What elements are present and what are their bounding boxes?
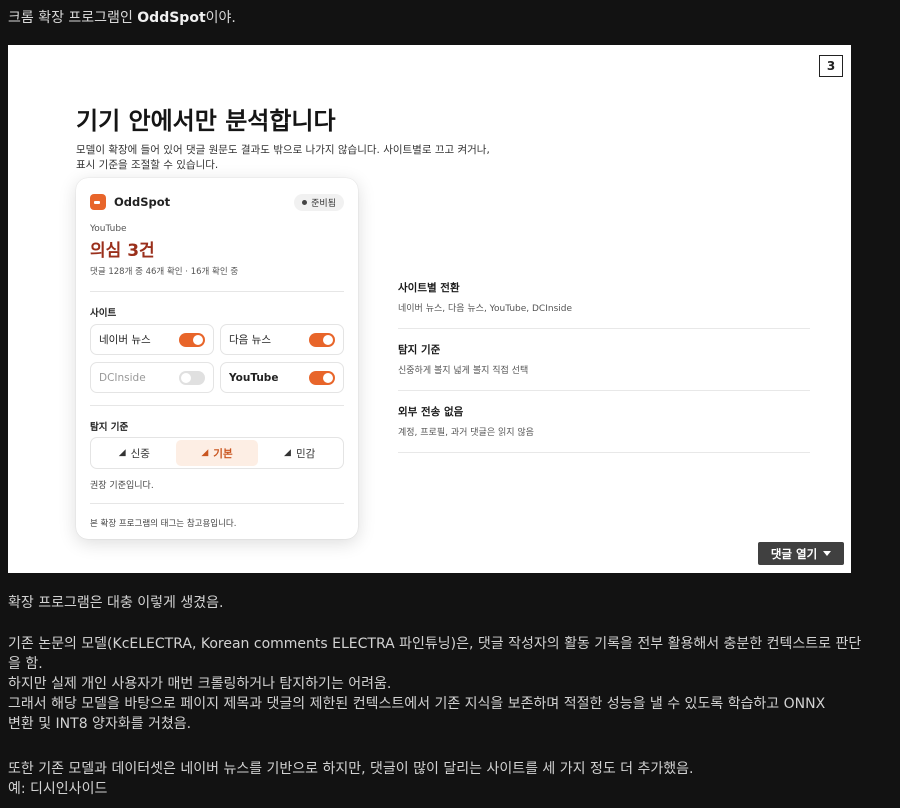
- slide-desc-line: 표시 기준을 조절할 수 있습니다.: [76, 159, 219, 171]
- caret-down-icon: [823, 551, 832, 556]
- popup-disclaimer: 본 확장 프로그램의 태그는 참고용입니다.: [90, 519, 237, 529]
- criteria-segmented-control: ◢ 신중 ◢ 기본 ◢ 민감: [90, 437, 344, 469]
- intro-product-name: OddSpot: [137, 10, 206, 26]
- sites-section-label: 사이트: [90, 308, 117, 319]
- feature-criteria: 탐지 기준 신중하게 볼지 넓게 볼지 직접 선택: [398, 342, 810, 376]
- slide-desc-line: 모델이 확장에 들어 있어 댓글 원문도 결과도 밖으로 나가지 않습니다. 사…: [76, 144, 490, 156]
- post-line: 또한 기존 모델과 데이터셋은 네이버 뉴스를 기반으로 하지만, 댓글이 많이…: [8, 761, 694, 777]
- post-line: 예: 디시인사이드: [8, 781, 108, 797]
- divider: [398, 452, 810, 453]
- post-line: 하지만 실제 개인 사용자가 매번 크롤링하거나 탐지하기는 어려움.: [8, 676, 392, 692]
- slide-title: 기기 안에서만 분석합니다: [76, 107, 336, 135]
- slide-description: 모델이 확장에 들어 있어 댓글 원문도 결과도 밖으로 나가지 않습니다. 사…: [76, 143, 546, 173]
- status-dot-icon: [302, 199, 308, 205]
- status-badge: 준비됨: [294, 193, 344, 211]
- intro-text-end: 이야.: [205, 10, 236, 26]
- divider: [398, 390, 810, 391]
- post-paragraph: 확장 프로그램은 대충 이렇게 생겼음.: [8, 595, 224, 611]
- criteria-option-sensitive[interactable]: ◢ 민감: [258, 440, 341, 466]
- criteria-option-label: 민감: [295, 447, 316, 460]
- divider: [90, 291, 344, 292]
- extension-popup-card: OddSpot 준비됨 YouTube 의심 3건 댓글 128개 중 46개 …: [76, 178, 358, 539]
- signal-mid-icon: ◢: [201, 448, 209, 458]
- divider: [90, 503, 344, 504]
- feature-title: 외부 전송 없음: [398, 406, 464, 418]
- feature-desc: 신중하게 볼지 넓게 볼지 직접 선택: [398, 366, 529, 376]
- site-toggle-dcinside[interactable]: DCInside: [90, 362, 214, 393]
- toggle-switch-on[interactable]: [309, 332, 335, 347]
- site-toggle-youtube[interactable]: YouTube: [220, 362, 344, 393]
- suspicious-count: 의심 3건: [90, 241, 155, 261]
- criteria-option-label: 기본: [213, 447, 233, 460]
- post-line: 그래서 해당 모델을 바탕으로 페이지 제목과 댓글의 제한된 컨텍스트에서 기…: [8, 696, 826, 712]
- feature-site-switch: 사이트별 전환 네이버 뉴스, 다음 뉴스, YouTube, DCInside: [398, 280, 810, 314]
- toggle-switch-on[interactable]: [309, 370, 335, 385]
- scan-progress-text: 댓글 128개 중 46개 확인 · 16개 확인 중: [90, 267, 239, 277]
- slide-page-number: 3: [819, 55, 843, 77]
- popup-brand: OddSpot: [114, 195, 171, 209]
- criteria-option-careful[interactable]: ◢ 신중: [93, 440, 176, 466]
- criteria-hint: 권장 기준입니다.: [90, 481, 154, 491]
- popup-header: OddSpot 준비됨: [90, 192, 344, 212]
- toggle-switch-on[interactable]: [179, 332, 205, 347]
- site-toggle-daum-news[interactable]: 다음 뉴스: [220, 324, 344, 355]
- post-intro: 크롬 확장 프로그램인 OddSpot이야.: [8, 7, 236, 27]
- open-comments-button[interactable]: 댓글 열기: [758, 542, 844, 565]
- site-toggle-label: DCInside: [99, 371, 146, 384]
- promo-slide-image: 3 기기 안에서만 분석합니다 모델이 확장에 들어 있어 댓글 원문도 결과도…: [8, 45, 851, 573]
- current-site: YouTube: [90, 224, 127, 234]
- feature-no-transmission: 외부 전송 없음 계정, 프로필, 과거 댓글은 읽지 않음: [398, 404, 810, 438]
- post-line: 을 함.: [8, 656, 43, 672]
- feature-title: 사이트별 전환: [398, 282, 460, 294]
- post-paragraph: 기존 논문의 모델(KcELECTRA, Korean comments ELE…: [8, 634, 896, 734]
- post-paragraph: 또한 기존 모델과 데이터셋은 네이버 뉴스를 기반으로 하지만, 댓글이 많이…: [8, 759, 896, 799]
- divider: [90, 405, 344, 406]
- intro-text: 크롬 확장 프로그램인: [8, 10, 138, 26]
- feature-desc: 네이버 뉴스, 다음 뉴스, YouTube, DCInside: [398, 304, 573, 314]
- feature-desc: 계정, 프로필, 과거 댓글은 읽지 않음: [398, 428, 534, 438]
- criteria-section-label: 탐지 기준: [90, 422, 129, 433]
- oddspot-logo-icon: [90, 194, 106, 210]
- criteria-option-default[interactable]: ◢ 기본: [175, 440, 259, 466]
- signal-low-icon: ◢: [118, 448, 126, 458]
- toggle-switch-off[interactable]: [179, 370, 205, 385]
- divider: [398, 328, 810, 329]
- site-toggle-naver-news[interactable]: 네이버 뉴스: [90, 324, 214, 355]
- site-toggle-label: YouTube: [229, 371, 279, 384]
- post-line: 기존 논문의 모델(KcELECTRA, Korean comments ELE…: [8, 636, 862, 652]
- site-toggle-label: 다음 뉴스: [229, 334, 271, 346]
- post-line: 변환 및 INT8 양자화를 거쳤음.: [8, 716, 192, 732]
- feature-title: 탐지 기준: [398, 344, 441, 356]
- criteria-option-label: 신중: [130, 447, 150, 460]
- open-comments-label: 댓글 열기: [770, 546, 818, 561]
- signal-high-icon: ◢: [284, 448, 291, 458]
- status-text: 준비됨: [311, 198, 336, 209]
- site-toggle-label: 네이버 뉴스: [99, 334, 151, 346]
